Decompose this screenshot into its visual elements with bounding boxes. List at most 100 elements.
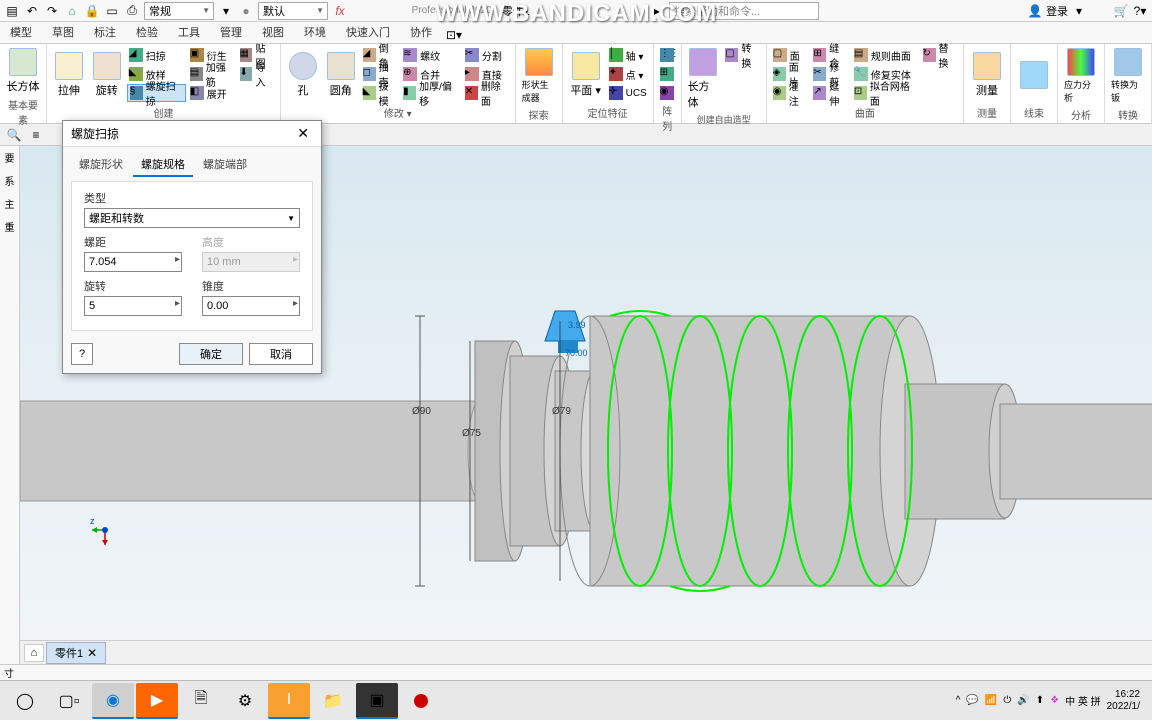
- tab-manage[interactable]: 管理: [210, 21, 252, 43]
- rib-button[interactable]: ▤加强筋: [188, 65, 236, 83]
- tab-annotate[interactable]: 标注: [84, 21, 126, 43]
- cart-icon[interactable]: 🛒: [1113, 3, 1129, 19]
- convert-button[interactable]: 转换为钣: [1109, 46, 1147, 106]
- inventor-app[interactable]: I: [268, 683, 310, 719]
- help-icon[interactable]: ?▾: [1132, 3, 1148, 19]
- hole-button[interactable]: 孔: [285, 46, 321, 104]
- ucs-button[interactable]: ✛UCS: [607, 84, 649, 102]
- undo-icon[interactable]: ↶: [24, 3, 40, 19]
- shapegen-button[interactable]: 形状生成器: [520, 46, 558, 106]
- search-input[interactable]: 搜索帮助和命令...: [669, 2, 819, 20]
- stress-button[interactable]: 应力分析: [1062, 46, 1100, 106]
- tray-icon-1[interactable]: 💬: [966, 695, 978, 706]
- left-item-1[interactable]: 要: [0, 146, 19, 169]
- login-link[interactable]: 登录: [1046, 3, 1068, 19]
- tray-clock[interactable]: 16:22 2022/1/: [1107, 689, 1140, 713]
- surf-ruled-button[interactable]: ▤规则曲面: [852, 46, 919, 64]
- tray-up-icon[interactable]: ^: [956, 695, 961, 706]
- tab-env[interactable]: 环境: [294, 21, 336, 43]
- left-item-2[interactable]: 系: [0, 169, 19, 192]
- doc-home-button[interactable]: ⌂: [24, 644, 44, 662]
- cancel-button[interactable]: 取消: [249, 343, 313, 365]
- plane-button[interactable]: 平面 ▾: [567, 46, 605, 104]
- browser-menu-icon[interactable]: ≡: [28, 127, 44, 143]
- material-icon[interactable]: ●: [238, 3, 254, 19]
- settings-app[interactable]: ⚙: [224, 683, 266, 719]
- left-item-3[interactable]: 主: [0, 192, 19, 215]
- freeform-box-button[interactable]: 长方体: [686, 46, 722, 112]
- tab-model[interactable]: 模型: [0, 21, 42, 43]
- taper-input[interactable]: [202, 296, 300, 316]
- doc-icon[interactable]: ▭: [104, 3, 120, 19]
- group-modify[interactable]: 修改 ▾: [285, 104, 511, 121]
- lock-icon[interactable]: 🔒: [84, 3, 100, 19]
- edge-app[interactable]: ◉: [92, 683, 134, 719]
- sweep-button[interactable]: ◢扫掠: [127, 46, 186, 64]
- doc-tab-part1[interactable]: 零件1 ✕: [46, 642, 106, 664]
- browser-search-icon[interactable]: 🔍: [6, 127, 22, 143]
- tray-icon-3[interactable]: ⏻: [1003, 695, 1011, 706]
- dialog-tab-size[interactable]: 螺旋规格: [133, 153, 193, 177]
- point-button[interactable]: ✦点 ▾: [607, 65, 649, 83]
- axis-button[interactable]: │轴 ▾: [607, 46, 649, 64]
- surf-replace-button[interactable]: ↻替换: [921, 46, 960, 64]
- search-button[interactable]: ◯: [4, 683, 46, 719]
- deleteface-button[interactable]: ✕删除面: [463, 84, 511, 102]
- tab-overflow-icon[interactable]: ⊡▾: [446, 27, 462, 43]
- tab-tools[interactable]: 工具: [168, 21, 210, 43]
- record-button[interactable]: [400, 683, 442, 719]
- material-dropdown[interactable]: 默认: [258, 2, 328, 20]
- explorer-app[interactable]: 📁: [312, 683, 354, 719]
- app-files[interactable]: 🗎: [180, 683, 222, 719]
- taper-flyout-icon[interactable]: ▸: [293, 298, 298, 309]
- fillet-button[interactable]: 圆角: [323, 46, 359, 104]
- split-button[interactable]: ✂分割: [463, 46, 511, 64]
- freeform-face-button[interactable]: ▢转换: [723, 46, 761, 64]
- dialog-tab-ends[interactable]: 螺旋端部: [195, 153, 255, 177]
- pattern1-button[interactable]: ⋮⋮: [658, 46, 676, 64]
- close-icon[interactable]: ✕: [293, 125, 313, 142]
- tab-inspect[interactable]: 检验: [126, 21, 168, 43]
- left-item-4[interactable]: 重: [0, 215, 19, 238]
- dialog-titlebar[interactable]: 螺旋扫掠 ✕: [63, 121, 321, 147]
- fx-icon[interactable]: fx: [332, 3, 348, 19]
- tab-collab[interactable]: 协作: [400, 21, 442, 43]
- pattern2-button[interactable]: ⊞: [658, 65, 676, 83]
- help-button[interactable]: ?: [71, 343, 93, 365]
- type-select[interactable]: 螺距和转数: [84, 208, 300, 228]
- box-button[interactable]: 长方体: [4, 46, 42, 96]
- extrude-button[interactable]: 拉伸: [51, 46, 87, 104]
- thicken-button[interactable]: ▮加厚/偏移: [401, 84, 461, 102]
- surf-fitmesh-button[interactable]: ⊡拟合网格面: [852, 84, 919, 102]
- ok-button[interactable]: 确定: [179, 343, 243, 365]
- tray-icon-5[interactable]: ❖: [1050, 695, 1059, 706]
- doc-tab-close-icon[interactable]: ✕: [87, 646, 97, 660]
- surf-sculpt-button[interactable]: ◉灌注: [771, 84, 810, 102]
- turns-flyout-icon[interactable]: ▸: [175, 298, 180, 309]
- coil-button[interactable]: §螺旋扫掠: [127, 84, 186, 102]
- pattern3-button[interactable]: ◉: [658, 84, 676, 102]
- tray-icon-2[interactable]: 📶: [985, 695, 997, 706]
- draft-button[interactable]: ◣拔模: [361, 84, 399, 102]
- harness-button[interactable]: [1015, 46, 1053, 104]
- bandicam-app[interactable]: ▣: [356, 683, 398, 719]
- tray-ime[interactable]: 中 英 拼: [1065, 693, 1101, 708]
- taskview-button[interactable]: ▢▫: [48, 683, 90, 719]
- redo-icon[interactable]: ↷: [44, 3, 60, 19]
- surf-extend-button[interactable]: ↗延伸: [811, 84, 850, 102]
- measure-button[interactable]: 测量: [968, 46, 1006, 104]
- print-icon[interactable]: ⎙: [124, 3, 140, 19]
- turns-input[interactable]: [84, 296, 182, 316]
- revolve-button[interactable]: 旋转: [89, 46, 125, 104]
- thread-button[interactable]: ≋螺纹: [401, 46, 461, 64]
- tab-sketch[interactable]: 草图: [42, 21, 84, 43]
- pitch-flyout-icon[interactable]: ▸: [175, 254, 180, 265]
- home-icon[interactable]: ⌂: [64, 3, 80, 19]
- dialog-tab-shape[interactable]: 螺旋形状: [71, 153, 131, 177]
- unfold-button[interactable]: ◧展开: [188, 84, 236, 102]
- style-dropdown[interactable]: 常规: [144, 2, 214, 20]
- login-dropdown-icon[interactable]: ▾: [1071, 3, 1087, 19]
- tray-volume-icon[interactable]: 🔊: [1017, 695, 1029, 706]
- tray-icon-4[interactable]: ⬆: [1036, 695, 1044, 706]
- pitch-input[interactable]: [84, 252, 182, 272]
